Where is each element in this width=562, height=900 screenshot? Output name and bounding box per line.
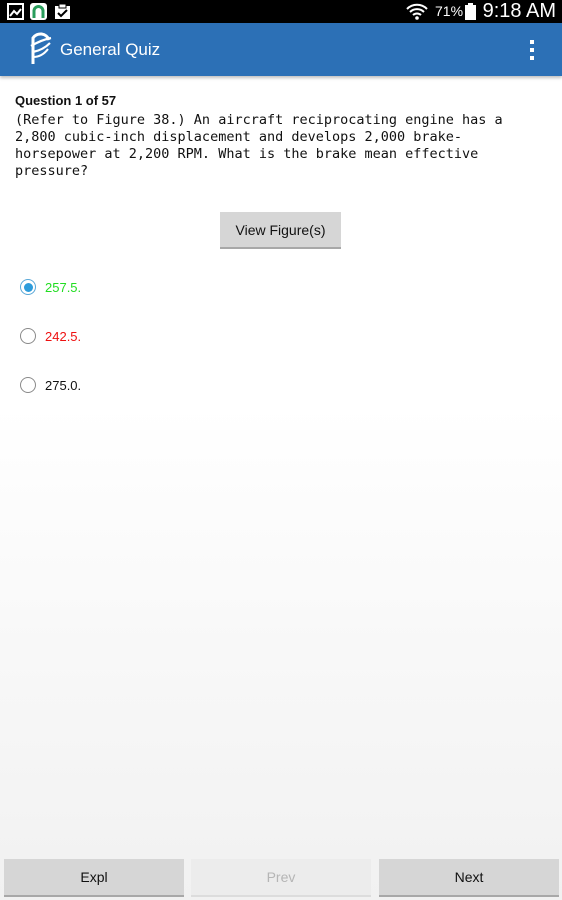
status-bar: 71% 9:18 AM — [0, 0, 562, 23]
view-figure-button[interactable]: View Figure(s) — [220, 212, 341, 249]
question-counter: Question 1 of 57 — [15, 93, 117, 108]
app-logo-icon — [30, 32, 52, 64]
battery-icon — [465, 3, 476, 20]
overflow-menu-icon[interactable] — [524, 37, 540, 63]
answer-option-label: 257.5. — [45, 280, 82, 295]
gallery-notification-icon — [7, 3, 24, 20]
app-bar: General Quiz — [0, 23, 562, 76]
clock: 9:18 AM — [482, 0, 556, 22]
app-title: General Quiz — [60, 40, 161, 59]
clipboard-check-icon — [55, 3, 70, 19]
radio-button[interactable] — [20, 328, 36, 344]
wifi-icon — [406, 3, 428, 20]
app-notification-icon — [30, 3, 47, 20]
prev-button[interactable]: Prev — [191, 859, 371, 897]
question-text: (Refer to Figure 38.) An aircraft recipr… — [15, 112, 503, 179]
radio-button[interactable] — [20, 377, 36, 393]
next-button[interactable]: Next — [379, 859, 559, 897]
radio-button[interactable] — [20, 279, 36, 295]
answer-option-label: 275.0. — [45, 378, 82, 393]
battery-percent: 71% — [435, 3, 464, 19]
answer-option-label: 242.5. — [45, 329, 82, 344]
explanation-button[interactable]: Expl — [4, 859, 184, 897]
